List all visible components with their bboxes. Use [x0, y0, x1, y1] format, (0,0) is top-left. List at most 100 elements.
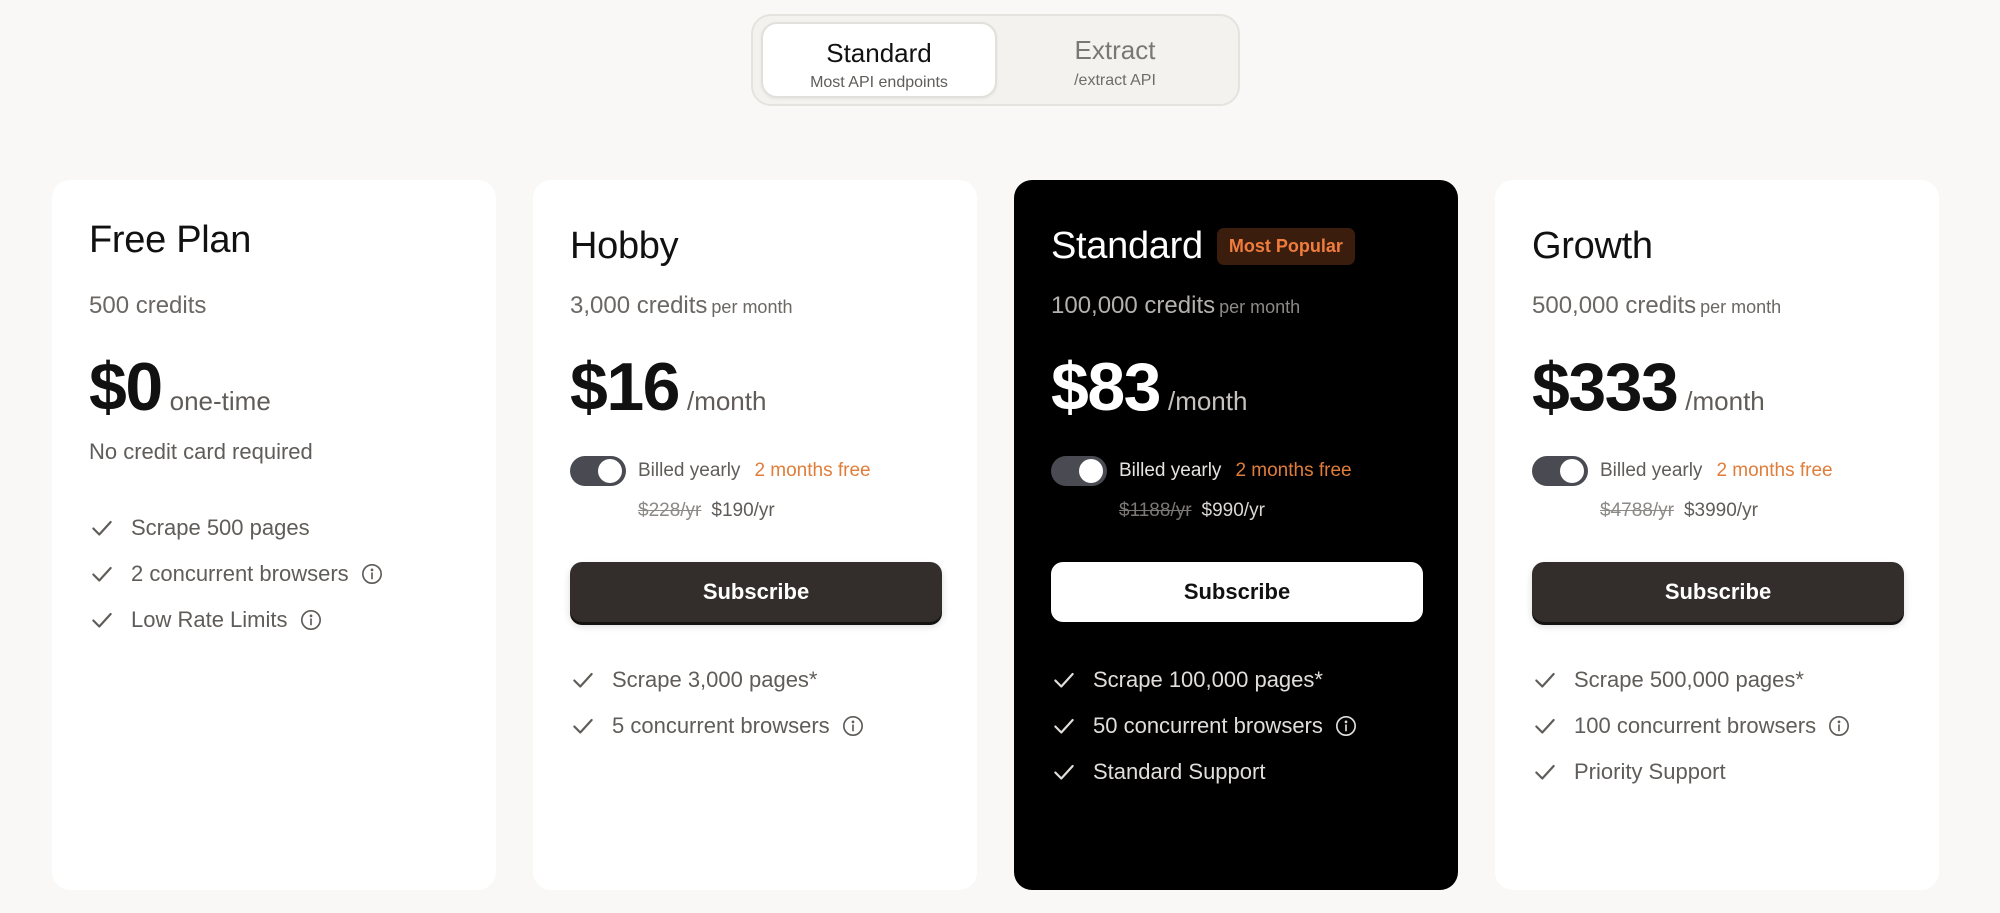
check-icon — [1532, 667, 1558, 693]
billed-yearly-toggle[interactable] — [1051, 456, 1107, 486]
check-icon — [1051, 667, 1077, 693]
most-popular-badge: Most Popular — [1216, 227, 1355, 265]
feature-text: Scrape 3,000 pages* — [612, 667, 818, 692]
plan-note: No credit card required — [89, 439, 313, 464]
feature-list: Scrape 500 pages 2 concurrent browsers Low… — [89, 505, 383, 643]
plan-price: $83 — [1051, 349, 1161, 425]
feature-text: Low Rate Limits — [131, 607, 288, 632]
tab-extract-subtitle: /extract API — [1074, 72, 1156, 89]
subscribe-button[interactable]: Subscribe — [570, 562, 942, 622]
feature-text: 5 concurrent browsers — [612, 713, 830, 738]
check-icon — [570, 713, 596, 739]
feature-text: 2 concurrent browsers — [131, 561, 349, 586]
feature-list: Scrape 500,000 pages* 100 concurrent brow… — [1532, 657, 1850, 795]
check-icon — [1051, 759, 1077, 785]
plan-credits: 500,000 credits per month — [1532, 292, 1781, 320]
new-yearly-price: $990/yr — [1201, 500, 1265, 521]
price-row: $333 /month — [1532, 348, 1765, 426]
plan-name: Hobby — [570, 224, 679, 267]
feature-item: Scrape 100,000 pages* — [1051, 657, 1357, 703]
plan-header: Free Plan — [89, 216, 251, 264]
yearly-price-row: $4788/yr $3990/yr — [1600, 500, 1758, 522]
plan-credits: 500 credits — [89, 292, 207, 319]
old-yearly-price: $228/yr — [638, 500, 702, 521]
billed-yearly-toggle[interactable] — [570, 456, 626, 486]
price-row: $83 /month — [1051, 348, 1247, 426]
old-yearly-price: $1188/yr — [1119, 500, 1192, 521]
billing-label: Billed yearly — [638, 460, 741, 481]
plan-period: one-time — [169, 386, 271, 416]
plan-name: Standard — [1051, 224, 1203, 267]
check-icon — [89, 515, 115, 541]
check-icon — [89, 607, 115, 633]
feature-item: Priority Support — [1532, 749, 1850, 795]
info-icon[interactable] — [842, 715, 864, 737]
new-yearly-price: $3990/yr — [1683, 500, 1758, 521]
pricing-page: Standard Most API endpoints Extract /ext… — [0, 0, 2000, 913]
plan-credits: 100,000 credits per month — [1051, 292, 1300, 320]
feature-text: Priority Support — [1574, 759, 1726, 784]
plan-price: $0 — [89, 349, 163, 425]
feature-text: Scrape 100,000 pages* — [1093, 667, 1323, 692]
credits-period: per month — [1219, 297, 1301, 317]
feature-text: 100 concurrent browsers — [1574, 713, 1817, 738]
feature-item: 100 concurrent browsers — [1532, 703, 1850, 749]
info-icon[interactable] — [300, 609, 322, 631]
plan-card-standard: Standard Most Popular 100,000 credits per… — [1014, 180, 1458, 890]
plan-card-growth: Growth 500,000 credits per month $333 /mo… — [1495, 180, 1939, 890]
feature-text: Standard Support — [1093, 759, 1266, 784]
credits-amount: 100,000 credits — [1051, 292, 1216, 319]
feature-text: Scrape 500 pages — [131, 515, 310, 540]
plan-period: /month — [686, 386, 767, 416]
info-icon[interactable] — [361, 563, 383, 585]
subscribe-button[interactable]: Subscribe — [1051, 562, 1423, 622]
discount-label: 2 months free — [1716, 460, 1833, 481]
feature-item: Low Rate Limits — [89, 597, 383, 643]
plan-card-hobby: Hobby 3,000 credits per month $16 /month … — [533, 180, 977, 890]
tab-extract-title: Extract — [1074, 35, 1156, 65]
billing-row: Billed yearly 2 months free — [1532, 456, 1833, 486]
toggle-knob — [1079, 459, 1103, 483]
feature-item: Scrape 500 pages — [89, 505, 383, 551]
plan-period: /month — [1685, 386, 1765, 416]
subscribe-button[interactable]: Subscribe — [1532, 562, 1904, 622]
price-row: $0 one-time — [89, 348, 271, 426]
price-row: $16 /month — [570, 348, 766, 426]
info-icon[interactable] — [1335, 715, 1357, 737]
discount-label: 2 months free — [754, 460, 871, 481]
plan-card-free: Free Plan 500 credits $0 one-time No cre… — [52, 180, 496, 890]
feature-item: 5 concurrent browsers — [570, 703, 864, 749]
yearly-price-row: $228/yr $190/yr — [638, 500, 775, 522]
tab-extract[interactable]: Extract /extract API — [997, 22, 1233, 98]
plan-credits: 3,000 credits per month — [570, 292, 792, 320]
plan-price: $16 — [570, 349, 680, 425]
tab-standard[interactable]: Standard Most API endpoints — [761, 22, 997, 98]
check-icon — [89, 561, 115, 587]
billing-row: Billed yearly 2 months free — [1051, 456, 1352, 486]
tab-standard-subtitle: Most API endpoints — [810, 74, 948, 91]
feature-list: Scrape 3,000 pages* 5 concurrent browsers — [570, 657, 864, 749]
api-type-switcher: Standard Most API endpoints Extract /ext… — [751, 14, 1240, 106]
feature-item: Standard Support — [1051, 749, 1357, 795]
old-yearly-price: $4788/yr — [1600, 500, 1674, 521]
plan-header: Hobby — [570, 222, 679, 270]
info-icon[interactable] — [1828, 715, 1850, 737]
credits-period: per month — [711, 297, 793, 317]
billed-yearly-toggle[interactable] — [1532, 456, 1588, 486]
feature-item: Scrape 500,000 pages* — [1532, 657, 1850, 703]
plan-header: Standard Most Popular — [1051, 222, 1355, 270]
feature-item: 2 concurrent browsers — [89, 551, 383, 597]
credits-period: per month — [1700, 297, 1782, 317]
billing-label: Billed yearly — [1119, 460, 1222, 481]
billing-row: Billed yearly 2 months free — [570, 456, 871, 486]
plan-period: /month — [1167, 386, 1248, 416]
toggle-knob — [598, 459, 622, 483]
feature-item: 50 concurrent browsers — [1051, 703, 1357, 749]
tab-standard-title: Standard — [826, 38, 932, 68]
feature-list: Scrape 100,000 pages* 50 concurrent brows… — [1051, 657, 1357, 795]
toggle-knob — [1560, 459, 1584, 483]
billing-label: Billed yearly — [1600, 460, 1703, 481]
check-icon — [1532, 759, 1558, 785]
check-icon — [1051, 713, 1077, 739]
plan-price: $333 — [1532, 349, 1679, 425]
